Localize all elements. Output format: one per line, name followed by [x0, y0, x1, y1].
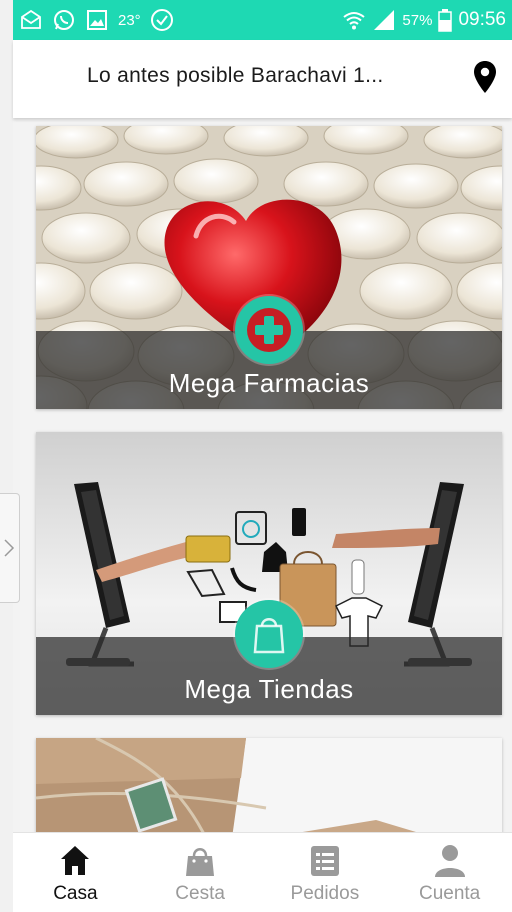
- parcel-image: [36, 738, 502, 832]
- signal-icon: [372, 8, 396, 32]
- medical-cross-icon: [235, 296, 303, 364]
- category-feed[interactable]: Mega Farmacias Mega Tiendas: [13, 118, 512, 832]
- status-bar: 23° 57% 09:56: [13, 0, 512, 40]
- whatsapp-icon: [52, 8, 76, 32]
- category-card-mega-farmacias[interactable]: Mega Farmacias: [36, 126, 502, 409]
- home-icon: [61, 846, 90, 875]
- category-card-third[interactable]: [36, 738, 502, 832]
- battery-percent: 57%: [402, 11, 433, 29]
- delivery-address-title[interactable]: Lo antes posible Barachavi 1...: [87, 64, 383, 88]
- side-drawer-handle[interactable]: [0, 493, 20, 603]
- basket-icon: [186, 848, 215, 876]
- location-pin-icon[interactable]: [473, 60, 497, 94]
- temperature-readout: 23°: [118, 11, 141, 29]
- battery-icon: [438, 8, 453, 32]
- app-header: Lo antes posible Barachavi 1...: [13, 40, 512, 118]
- bottom-navigation: Casa Cesta Pedidos Cuenta: [13, 832, 512, 912]
- check-circle-icon: [150, 8, 174, 32]
- chevron-right-icon: [3, 538, 15, 558]
- left-edge-rail: [0, 0, 13, 912]
- nav-label: Cesta: [175, 883, 225, 904]
- nav-label: Cuenta: [418, 883, 481, 904]
- mail-icon: [19, 8, 43, 32]
- shopping-bag-icon: [235, 600, 303, 668]
- gallery-icon: [85, 8, 109, 32]
- orders-list-icon: [310, 846, 339, 876]
- card-title: Mega Tiendas: [184, 674, 354, 704]
- nav-label: Casa: [53, 883, 98, 904]
- nav-item-casa[interactable]: Casa: [13, 833, 138, 912]
- clock: 09:56: [458, 9, 506, 30]
- nav-label: Pedidos: [290, 883, 360, 904]
- nav-item-pedidos[interactable]: Pedidos: [263, 833, 388, 912]
- category-card-mega-tiendas[interactable]: Mega Tiendas: [36, 432, 502, 715]
- nav-item-cesta[interactable]: Cesta: [138, 833, 263, 912]
- card-title: Mega Farmacias: [168, 368, 370, 398]
- wifi-icon: [342, 8, 366, 32]
- nav-item-cuenta[interactable]: Cuenta: [387, 833, 512, 912]
- account-icon: [434, 845, 465, 877]
